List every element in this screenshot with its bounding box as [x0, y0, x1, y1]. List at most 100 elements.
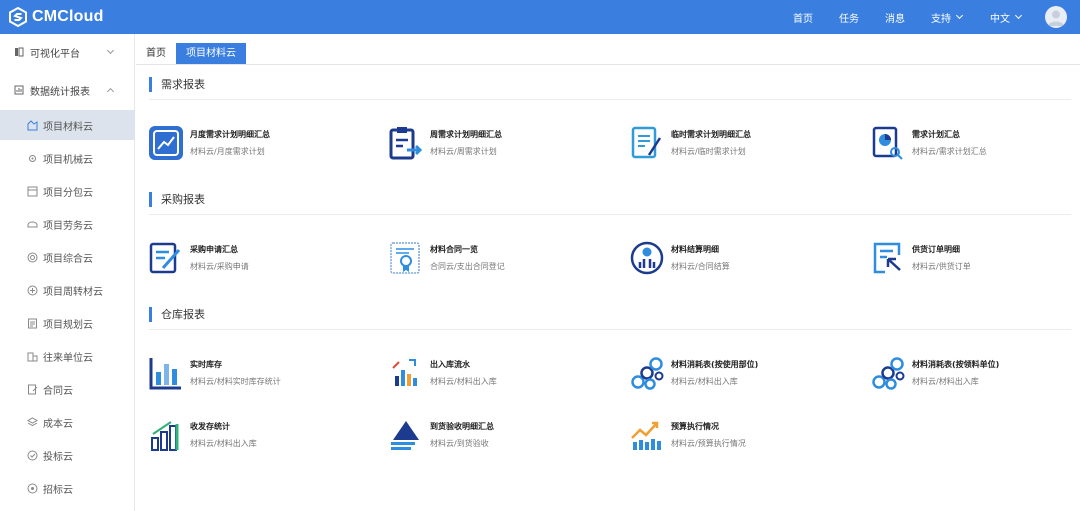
- sidebar: 可视化平台 数据统计报表 项目材料云 项目机械云 项目分包云 项目劳务云 项目综…: [0, 34, 135, 511]
- section-demand-reports: 需求报表: [149, 76, 205, 92]
- sidebar-item-label: 项目规划云: [43, 319, 93, 331]
- sidebar-item-machinery[interactable]: 项目机械云: [0, 143, 135, 173]
- tab-bar: 首页 项目材料云: [136, 43, 246, 65]
- tender-icon: [27, 483, 38, 493]
- sidebar-item-subcontract[interactable]: 项目分包云: [0, 176, 135, 206]
- sidebar-item-partners[interactable]: 往来单位云: [0, 341, 135, 371]
- sidebar-item-label: 项目机械云: [43, 154, 93, 166]
- sidebar-group-label: 可视化平台: [30, 48, 80, 60]
- sidebar-item-label: 往来单位云: [43, 352, 93, 364]
- nav-language[interactable]: 中文: [990, 0, 1023, 34]
- sidebar-item-planning[interactable]: 项目规划云: [0, 308, 135, 338]
- sidebar-group-statistics[interactable]: 数据统计报表: [0, 74, 135, 106]
- supply-order-icon: [873, 242, 901, 274]
- card-title: 材料结算明细: [671, 245, 719, 254]
- card-title: 材料消耗表(按领料单位): [912, 360, 1000, 369]
- card-title: 实时库存: [190, 360, 222, 369]
- sidebar-item-label: 招标云: [43, 484, 73, 496]
- nav-home[interactable]: 首页: [793, 0, 813, 34]
- sidebar-item-cost[interactable]: 成本云: [0, 407, 135, 437]
- sidebar-group-label: 数据统计报表: [30, 86, 90, 98]
- avatar[interactable]: [1045, 6, 1067, 28]
- sidebar-item-contract[interactable]: 合同云: [0, 374, 135, 404]
- sidebar-item-label: 项目综合云: [43, 253, 93, 265]
- gear-icon: [29, 154, 36, 162]
- sidebar-item-tendering[interactable]: 招标云: [0, 473, 135, 503]
- card-title: 材料合同一览: [430, 245, 478, 254]
- card-title: 出入库流水: [430, 360, 470, 369]
- nav-tasks[interactable]: 任务: [839, 0, 859, 34]
- sidebar-item-label: 投标云: [43, 451, 73, 463]
- sidebar-item-bidding[interactable]: 投标云: [0, 440, 135, 470]
- tab-divider: [136, 64, 1080, 65]
- chevron-down-icon: [1014, 11, 1023, 19]
- card-title: 预算执行情况: [671, 422, 719, 431]
- monthly-chart-icon: [149, 126, 183, 160]
- nav-messages-label: 消息: [885, 13, 905, 25]
- cmcloud-logo-icon: [9, 7, 27, 27]
- sidebar-group-visualization[interactable]: 可视化平台: [0, 36, 135, 68]
- card-subtitle: 材料云/临时需求计划: [671, 147, 746, 156]
- sidebar-item-labor[interactable]: 项目劳务云: [0, 209, 135, 239]
- contract-icon: [28, 384, 38, 394]
- purchase-request-icon: [149, 242, 181, 274]
- logo-text: CMCloud: [32, 8, 104, 25]
- card-subtitle: 材料云/采购申请: [190, 262, 249, 271]
- card-subtitle: 合同云/支出合同登记: [430, 262, 505, 271]
- section-marker: [149, 306, 152, 322]
- pipes-consumption-icon: [631, 357, 664, 390]
- card-subtitle: 材料云/材料实时库存统计: [190, 377, 281, 386]
- inventory-bars-icon: [149, 358, 181, 390]
- card-subtitle: 材料云/预算执行情况: [671, 439, 746, 448]
- chevron-down-icon: [106, 46, 115, 55]
- section-title: 采购报表: [161, 193, 205, 206]
- card-subtitle: 材料云/需求计划汇总: [912, 147, 987, 156]
- sidebar-item-label: 项目周转材云: [43, 286, 103, 298]
- card-subtitle: 材料云/周需求计划: [430, 147, 497, 156]
- section-divider: [149, 214, 1071, 215]
- sidebar-item-label: 项目劳务云: [43, 220, 93, 232]
- layers-icon: [27, 416, 38, 426]
- card-title: 材料消耗表(按使用部位): [671, 360, 759, 369]
- card-title: 收发存统计: [190, 422, 230, 431]
- helmet-icon: [27, 221, 38, 227]
- sidebar-item-material[interactable]: 项目材料云: [0, 110, 135, 140]
- section-divider: [149, 99, 1071, 100]
- card-title: 需求计划汇总: [912, 130, 960, 139]
- logo[interactable]: CMCloud: [8, 6, 104, 28]
- sidebar-item-label: 项目材料云: [43, 121, 93, 133]
- tab-material-cloud[interactable]: 项目材料云: [176, 43, 246, 65]
- card-subtitle: 材料云/供货订单: [912, 262, 971, 271]
- card-subtitle: 材料云/月度需求计划: [190, 147, 265, 156]
- document-icon: [28, 318, 37, 328]
- sidebar-item-label: 合同云: [43, 385, 73, 397]
- tab-home[interactable]: 首页: [136, 43, 176, 65]
- section-marker: [149, 191, 152, 207]
- card-title: 采购申请汇总: [190, 245, 238, 254]
- nav-support[interactable]: 支持: [931, 0, 964, 34]
- nav-tasks-label: 任务: [839, 13, 859, 25]
- sidebar-item-label: 项目分包云: [43, 187, 93, 199]
- section-purchase-reports: 采购报表: [149, 191, 205, 207]
- section-title: 需求报表: [161, 78, 205, 91]
- contract-certificate-icon: [390, 242, 420, 274]
- pipes-unit-icon: [872, 357, 905, 390]
- report-icon: [14, 85, 24, 95]
- nav-messages[interactable]: 消息: [885, 0, 905, 34]
- settlement-coin-icon: [630, 241, 664, 275]
- temp-document-icon: [631, 126, 662, 159]
- target-icon: [27, 252, 38, 262]
- bid-icon: [27, 450, 38, 460]
- window-icon: [27, 186, 38, 196]
- arrival-mountain-icon: [391, 421, 419, 450]
- chevron-up-icon: [106, 87, 115, 96]
- stock-flow-icon: [392, 359, 417, 386]
- top-bar: CMCloud 首页 任务 消息 支持 中文: [0, 0, 1080, 34]
- sidebar-item-label: 成本云: [43, 418, 73, 430]
- sidebar-item-turnover[interactable]: 项目周转材云: [0, 275, 135, 305]
- building-icon: [27, 352, 38, 361]
- budget-trend-icon: [631, 421, 661, 450]
- nav-home-label: 首页: [793, 13, 813, 25]
- nav-support-label: 支持: [931, 13, 951, 25]
- sidebar-item-comprehensive[interactable]: 项目综合云: [0, 242, 135, 272]
